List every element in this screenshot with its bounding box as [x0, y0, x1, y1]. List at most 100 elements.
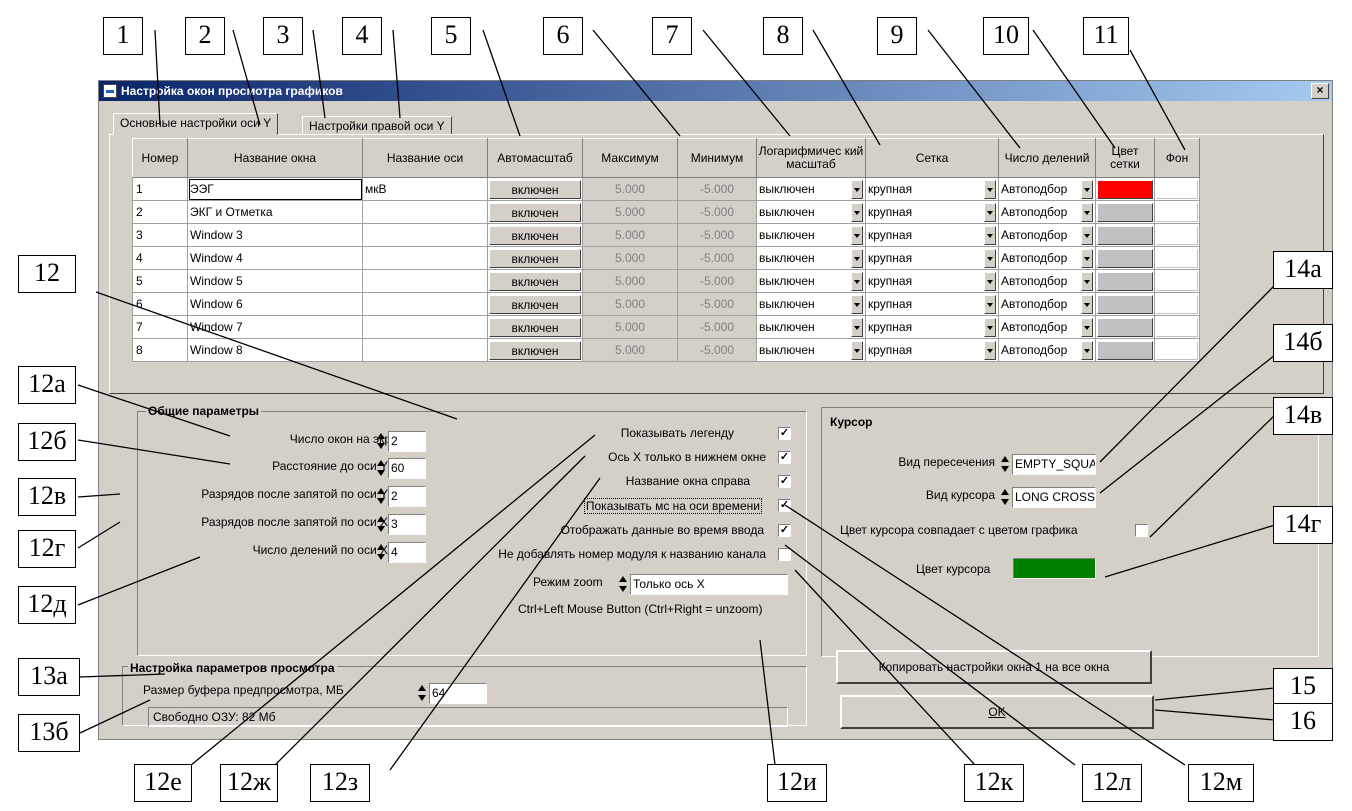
window-name-cell[interactable]: Window 8: [187, 338, 363, 362]
window-name-cell[interactable]: Window 7: [187, 315, 363, 339]
autoscale-button[interactable]: включен: [489, 202, 581, 222]
background-color-swatch[interactable]: [1156, 179, 1198, 199]
background-color-swatch[interactable]: [1156, 225, 1198, 245]
chevron-down-icon[interactable]: [851, 202, 863, 222]
chevron-down-icon[interactable]: [984, 317, 996, 337]
show-ms-checkbox[interactable]: ✓: [778, 499, 791, 512]
log-scale-combo[interactable]: выключен: [759, 179, 863, 199]
chevron-down-icon[interactable]: [984, 179, 996, 199]
chevron-down-icon[interactable]: [984, 202, 996, 222]
table-row[interactable]: 2 ЭКГ и Отметка включен 5.000 -5.000 выключен…: [132, 200, 1200, 224]
windows-on-screen-spinner[interactable]: [376, 432, 385, 451]
chevron-down-icon[interactable]: [1081, 179, 1093, 199]
table-row[interactable]: 5 Window 5 включен 5.000 -5.000 выключен крупн…: [132, 269, 1200, 293]
table-row[interactable]: 4 Window 4 включен 5.000 -5.000 выключен крупн…: [132, 246, 1200, 270]
ok-button[interactable]: OK: [840, 695, 1154, 729]
window-name-cell[interactable]: Window 3: [187, 223, 363, 247]
no-module-checkbox[interactable]: [778, 548, 791, 561]
show-data-checkbox[interactable]: ✓: [778, 524, 791, 537]
autoscale-button[interactable]: включен: [489, 294, 581, 314]
divisions-combo[interactable]: Автоподбор: [1001, 248, 1093, 268]
table-row[interactable]: 8 Window 8 включен 5.000 -5.000 выключен крупн…: [132, 338, 1200, 362]
windows-on-screen-field[interactable]: 2: [388, 431, 426, 452]
chevron-down-icon[interactable]: [1081, 271, 1093, 291]
chevron-down-icon[interactable]: [1081, 225, 1093, 245]
grid-combo[interactable]: крупная: [868, 317, 996, 337]
background-color-swatch[interactable]: [1156, 317, 1198, 337]
background-color-swatch[interactable]: [1156, 248, 1198, 268]
chevron-down-icon[interactable]: [851, 248, 863, 268]
grid-combo[interactable]: крупная: [868, 294, 996, 314]
cursor-color-swatch[interactable]: [1013, 558, 1096, 579]
log-scale-combo[interactable]: выключен: [759, 294, 863, 314]
divisions-combo[interactable]: Автоподбор: [1001, 317, 1093, 337]
show-legend-checkbox[interactable]: ✓: [778, 427, 791, 440]
digits-x-field[interactable]: 3: [388, 514, 426, 535]
divisions-x-field[interactable]: 4: [388, 542, 426, 563]
digits-y-field[interactable]: 2: [388, 486, 426, 507]
log-scale-combo[interactable]: выключен: [759, 271, 863, 291]
grid-color-swatch[interactable]: [1097, 340, 1153, 360]
chevron-down-icon[interactable]: [1081, 317, 1093, 337]
autoscale-button[interactable]: включен: [489, 225, 581, 245]
name-right-checkbox[interactable]: ✓: [778, 475, 791, 488]
digits-x-spinner[interactable]: [376, 515, 385, 534]
match-color-checkbox[interactable]: [1135, 524, 1148, 537]
grid-color-swatch[interactable]: [1097, 317, 1153, 337]
table-row[interactable]: 6 Window 6 включен 5.000 -5.000 выключен крупн…: [132, 292, 1200, 316]
background-color-swatch[interactable]: [1156, 294, 1198, 314]
chevron-down-icon[interactable]: [851, 179, 863, 199]
axis-name-cell[interactable]: [362, 223, 488, 247]
grid-color-swatch[interactable]: [1097, 271, 1153, 291]
divisions-x-spinner[interactable]: [376, 543, 385, 562]
grid-color-swatch[interactable]: [1097, 248, 1153, 268]
divisions-combo[interactable]: Автоподбор: [1001, 202, 1093, 222]
autoscale-button[interactable]: включен: [489, 248, 581, 268]
distance-spinner[interactable]: [376, 459, 385, 478]
chevron-down-icon[interactable]: [851, 294, 863, 314]
grid-color-swatch[interactable]: [1097, 225, 1153, 245]
chevron-down-icon[interactable]: [984, 271, 996, 291]
digits-y-spinner[interactable]: [376, 487, 385, 506]
chevron-down-icon[interactable]: [851, 271, 863, 291]
intersection-field[interactable]: EMPTY_SQUAF: [1012, 454, 1096, 475]
chevron-down-icon[interactable]: [984, 225, 996, 245]
chevron-down-icon[interactable]: [1081, 202, 1093, 222]
grid-color-swatch[interactable]: [1097, 202, 1153, 222]
chevron-down-icon[interactable]: [1081, 248, 1093, 268]
divisions-combo[interactable]: Автоподбор: [1001, 179, 1093, 199]
chevron-down-icon[interactable]: [851, 317, 863, 337]
window-name-cell[interactable]: ЭЭГ: [187, 177, 363, 201]
axis-name-cell[interactable]: [362, 269, 488, 293]
tab-right-y-axis[interactable]: Настройки правой оси Y: [302, 116, 452, 135]
window-name-cell[interactable]: Window 4: [187, 246, 363, 270]
log-scale-combo[interactable]: выключен: [759, 248, 863, 268]
background-color-swatch[interactable]: [1156, 202, 1198, 222]
divisions-combo[interactable]: Автоподбор: [1001, 225, 1093, 245]
grid-combo[interactable]: крупная: [868, 202, 996, 222]
close-button[interactable]: ×: [1311, 83, 1329, 99]
chevron-down-icon[interactable]: [1081, 340, 1093, 360]
background-color-swatch[interactable]: [1156, 340, 1198, 360]
grid-combo[interactable]: крупная: [868, 248, 996, 268]
background-color-swatch[interactable]: [1156, 271, 1198, 291]
grid-combo[interactable]: крупная: [868, 271, 996, 291]
grid-color-swatch[interactable]: [1097, 179, 1153, 199]
window-name-cell[interactable]: ЭКГ и Отметка: [187, 200, 363, 224]
copy-settings-button[interactable]: Копировать настройки окна 1 на все окна: [836, 650, 1152, 684]
buffer-size-field[interactable]: 64: [429, 683, 487, 704]
axis-name-cell[interactable]: [362, 315, 488, 339]
intersection-spinner[interactable]: [1000, 455, 1009, 474]
zoom-mode-field[interactable]: Только ось X: [630, 574, 788, 595]
distance-field[interactable]: 60: [388, 458, 426, 479]
axis-name-cell[interactable]: [362, 338, 488, 362]
autoscale-button[interactable]: включен: [489, 179, 581, 199]
tab-main-y-axis[interactable]: Основные настройки оси Y: [113, 113, 279, 135]
grid-combo[interactable]: крупная: [868, 179, 996, 199]
title-bar[interactable]: Настройка окон просмотра графиков ×: [99, 81, 1332, 101]
grid-color-swatch[interactable]: [1097, 294, 1153, 314]
table-row[interactable]: 7 Window 7 включен 5.000 -5.000 выключен крупн…: [132, 315, 1200, 339]
axis-name-cell[interactable]: [362, 246, 488, 270]
chevron-down-icon[interactable]: [984, 294, 996, 314]
x-axis-bottom-checkbox[interactable]: ✓: [778, 451, 791, 464]
